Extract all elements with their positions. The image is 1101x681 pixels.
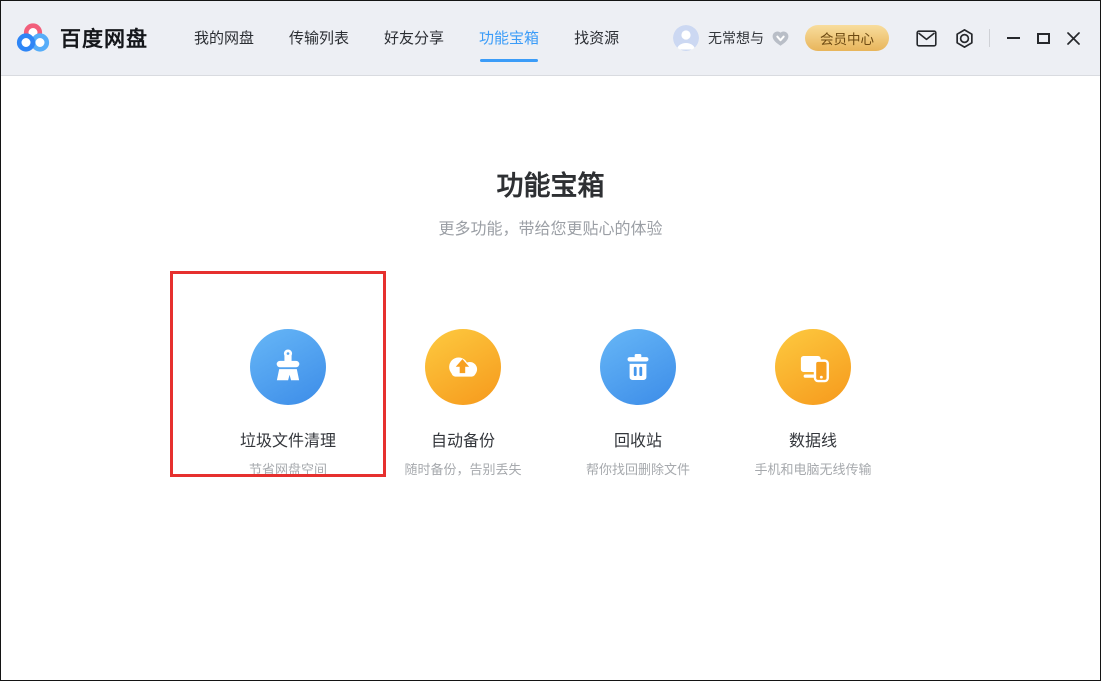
feature-card-data-cable[interactable]: 数据线 手机和电脑无线传输 bbox=[726, 329, 901, 478]
toolbox-page: 功能宝箱 更多功能，带给您更贴心的体验 垃圾文件清理 节省网盘空间 bbox=[1, 76, 1100, 478]
topbar: 百度网盘 我的网盘 传输列表 好友分享 功能宝箱 找资源 无常想与 bbox=[1, 1, 1100, 76]
feature-card-auto-backup[interactable]: 自动备份 随时备份，告别丢失 bbox=[376, 329, 551, 478]
feature-title: 自动备份 bbox=[431, 427, 495, 451]
close-icon bbox=[1067, 32, 1080, 45]
broom-icon bbox=[250, 329, 326, 405]
minimize-icon bbox=[1007, 37, 1020, 39]
close-button[interactable] bbox=[1058, 24, 1088, 52]
cloud-upload-icon bbox=[425, 329, 501, 405]
vip-center-button[interactable]: 会员中心 bbox=[805, 25, 889, 51]
page-subtitle: 更多功能，带给您更贴心的体验 bbox=[1, 215, 1100, 239]
feature-card-junk-cleaner[interactable]: 垃圾文件清理 节省网盘空间 bbox=[201, 329, 376, 478]
feature-subtitle: 随时备份，告别丢失 bbox=[404, 459, 521, 478]
feature-subtitle: 帮你找回删除文件 bbox=[586, 459, 690, 478]
feature-title: 回收站 bbox=[614, 427, 662, 451]
username[interactable]: 无常想与 bbox=[708, 28, 764, 48]
baidu-netdisk-window: 百度网盘 我的网盘 传输列表 好友分享 功能宝箱 找资源 无常想与 bbox=[0, 0, 1101, 681]
user-avatar[interactable] bbox=[673, 25, 699, 51]
brand-title: 百度网盘 bbox=[60, 23, 148, 53]
maximize-icon bbox=[1037, 33, 1050, 44]
gear-icon bbox=[954, 28, 975, 49]
vip-level-badge-icon bbox=[771, 30, 790, 47]
tab-find-resource[interactable]: 找资源 bbox=[574, 1, 619, 76]
main-nav: 我的网盘 传输列表 好友分享 功能宝箱 找资源 bbox=[194, 1, 619, 76]
devices-icon bbox=[775, 329, 851, 405]
tab-my-netdisk[interactable]: 我的网盘 bbox=[194, 1, 254, 76]
feature-title: 垃圾文件清理 bbox=[240, 427, 336, 451]
trash-icon bbox=[600, 329, 676, 405]
netdisk-logo-icon bbox=[15, 22, 51, 54]
maximize-button[interactable] bbox=[1028, 24, 1058, 52]
topbar-right: 无常想与 会员中心 bbox=[673, 23, 1088, 53]
tab-transfer-list[interactable]: 传输列表 bbox=[289, 1, 349, 76]
tab-friend-share[interactable]: 好友分享 bbox=[384, 1, 444, 76]
messages-button[interactable] bbox=[911, 23, 941, 53]
envelope-icon bbox=[916, 30, 937, 47]
topbar-divider bbox=[989, 29, 990, 47]
minimize-button[interactable] bbox=[998, 24, 1028, 52]
feature-subtitle: 手机和电脑无线传输 bbox=[754, 459, 871, 478]
settings-button[interactable] bbox=[949, 23, 979, 53]
feature-grid: 垃圾文件清理 节省网盘空间 自动备份 随时备份，告别丢失 bbox=[1, 329, 1100, 478]
app-logo: 百度网盘 bbox=[15, 22, 148, 54]
feature-card-recycle-bin[interactable]: 回收站 帮你找回删除文件 bbox=[551, 329, 726, 478]
feature-subtitle: 节省网盘空间 bbox=[249, 459, 327, 478]
feature-title: 数据线 bbox=[789, 427, 837, 451]
tab-toolbox[interactable]: 功能宝箱 bbox=[479, 1, 539, 76]
page-title: 功能宝箱 bbox=[1, 164, 1100, 203]
